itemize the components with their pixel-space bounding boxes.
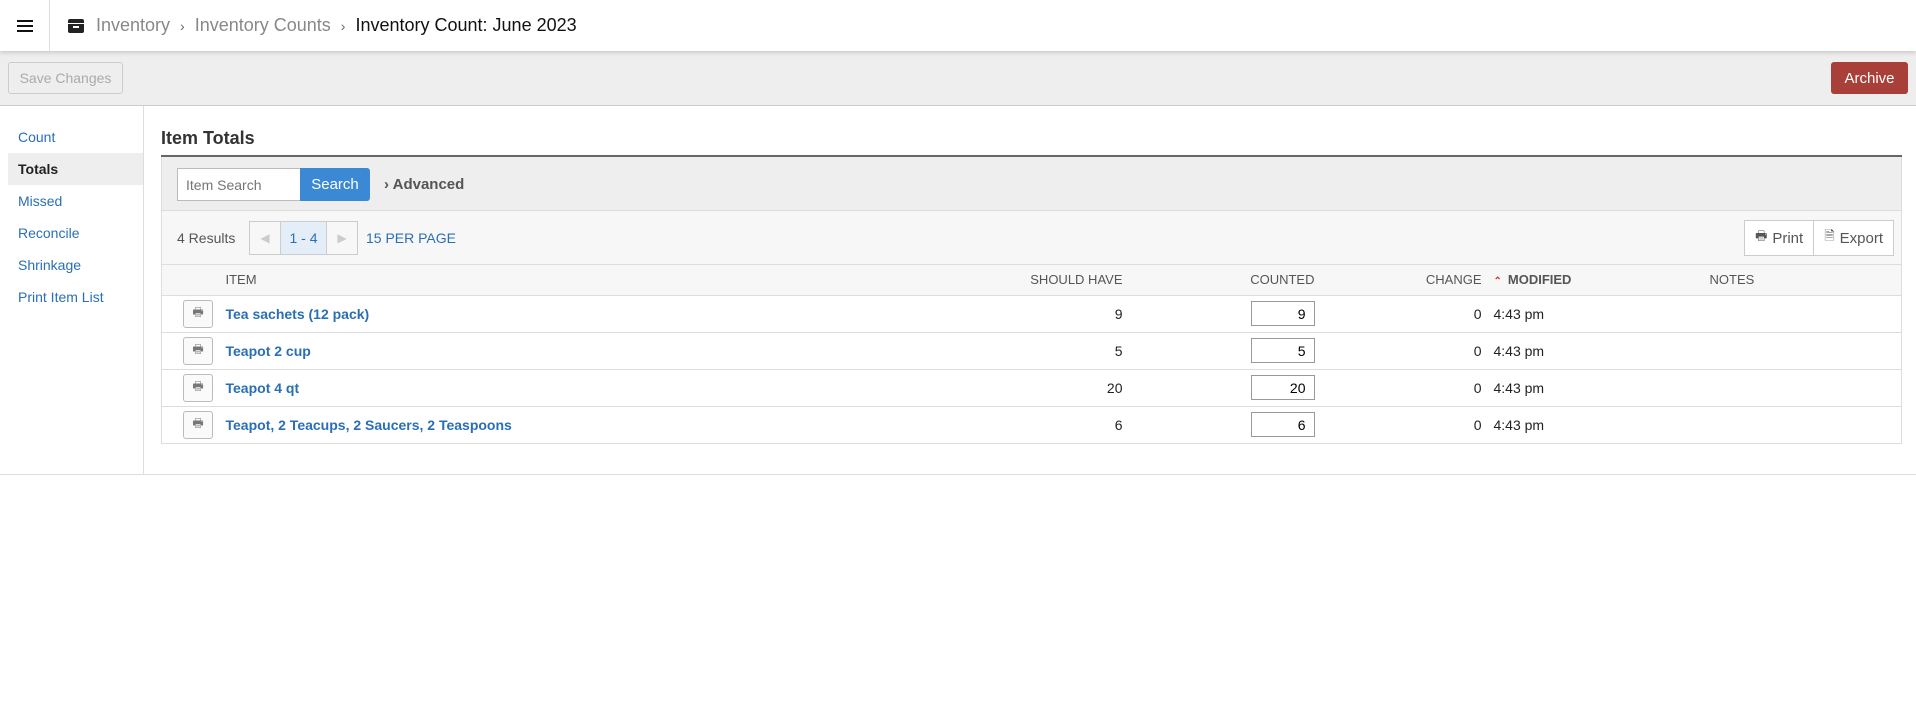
item-link[interactable]: Teapot, 2 Teacups, 2 Saucers, 2 Teaspoon…: [226, 417, 512, 433]
col-notes[interactable]: NOTES: [1709, 265, 1902, 296]
modified-value: 4:43 pm: [1481, 369, 1710, 407]
breadcrumb-current: Inventory Count: June 2023: [355, 15, 577, 35]
col-modified-label: MODIFIED: [1507, 272, 1572, 288]
table-tools: 🖶 Print 🗎 Export: [1744, 220, 1894, 256]
printer-icon: 🖶: [1755, 228, 1768, 243]
should-have-value: 9: [922, 295, 1123, 333]
modified-value: 4:43 pm: [1481, 406, 1710, 444]
chevron-right-icon: ›: [180, 17, 185, 34]
breadcrumb-inventory[interactable]: Inventory: [96, 15, 170, 36]
hamburger-icon: [16, 24, 33, 27]
col-counted[interactable]: COUNTED: [1122, 265, 1315, 296]
chevron-right-icon: ›: [384, 176, 393, 193]
modified-value: 4:43 pm: [1481, 332, 1710, 370]
col-should-have[interactable]: SHOULD HAVE: [922, 265, 1123, 296]
export-label: Export: [1839, 229, 1883, 247]
should-have-value: 20: [922, 369, 1123, 407]
counted-input[interactable]: [1250, 338, 1315, 363]
breadcrumb: Inventory › Inventory Counts › Inventory…: [68, 0, 577, 51]
divider: [0, 474, 1916, 475]
change-value: 0: [1314, 369, 1482, 407]
change-value: 0: [1314, 406, 1482, 444]
per-page-select[interactable]: 15 PER PAGE: [366, 211, 456, 265]
advanced-toggle[interactable]: › Advanced: [384, 168, 464, 201]
item-totals-table: ITEM SHOULD HAVE COUNTED CHANGE ⌃ MODIFIE…: [161, 265, 1902, 444]
table-row: 🖶 Teapot 2 cup 5 0 4:43 pm: [161, 332, 1902, 370]
next-page-button[interactable]: ▶: [327, 222, 357, 254]
counted-input[interactable]: [1250, 375, 1315, 400]
pager: ◀ 1 - 4 ▶: [249, 221, 358, 255]
page-range[interactable]: 1 - 4: [280, 222, 327, 254]
notes-value: [1709, 369, 1902, 407]
change-value: 0: [1314, 295, 1482, 333]
search-button[interactable]: Search: [300, 168, 370, 201]
caret-left-icon: ◀: [260, 231, 270, 245]
sidebar: Count Totals Missed Reconcile Shrinkage …: [0, 106, 144, 474]
col-modified[interactable]: ⌃ MODIFIED: [1481, 265, 1710, 296]
breadcrumb-inventory-counts[interactable]: Inventory Counts: [195, 15, 331, 36]
item-link[interactable]: Teapot 2 cup: [226, 343, 311, 359]
table-header: ITEM SHOULD HAVE COUNTED CHANGE ⌃ MODIFIE…: [161, 265, 1902, 296]
print-label: Print: [1772, 229, 1804, 247]
sort-ascending-icon: ⌃: [1493, 276, 1502, 288]
results-count: 4 Results: [177, 230, 236, 246]
print-button[interactable]: 🖶 Print: [1745, 221, 1813, 255]
save-changes-button[interactable]: Save Changes: [8, 62, 123, 94]
notes-value: [1709, 332, 1902, 370]
col-change[interactable]: CHANGE: [1314, 265, 1482, 296]
pagination-bar: 4 Results ◀ 1 - 4 ▶ 15 PER PAGE 🖶 Print 🗎…: [161, 211, 1902, 265]
top-bar: Inventory › Inventory Counts › Inventory…: [0, 0, 1916, 51]
should-have-value: 5: [922, 332, 1123, 370]
sidebar-item-count[interactable]: Count: [8, 121, 143, 153]
archive-button[interactable]: Archive: [1831, 62, 1908, 94]
sidebar-item-print-item-list[interactable]: Print Item List: [8, 281, 143, 313]
sidebar-item-totals[interactable]: Totals: [8, 153, 143, 185]
advanced-label: Advanced: [392, 176, 465, 193]
export-button[interactable]: 🗎 Export: [1813, 221, 1893, 255]
counted-input[interactable]: [1250, 412, 1315, 437]
table-row: 🖶 Tea sachets (12 pack) 9 0 4:43 pm: [161, 295, 1902, 333]
should-have-value: 6: [922, 406, 1123, 444]
prev-page-button[interactable]: ◀: [250, 222, 280, 254]
excel-file-icon: 🗎: [1824, 228, 1835, 243]
printer-icon: 🖶: [192, 379, 204, 393]
table-row: 🖶 Teapot 4 qt 20 0 4:43 pm: [161, 369, 1902, 407]
caret-right-icon: ▶: [337, 231, 347, 245]
printer-icon: 🖶: [192, 305, 204, 319]
print-label-button[interactable]: 🖶: [183, 336, 213, 365]
chevron-right-icon: ›: [340, 17, 346, 34]
print-label-button[interactable]: 🖶: [183, 299, 213, 328]
change-value: 0: [1314, 332, 1482, 370]
toolbar: Save Changes Archive: [0, 51, 1916, 106]
item-search-input[interactable]: [177, 168, 300, 201]
sidebar-item-reconcile[interactable]: Reconcile: [8, 217, 143, 249]
archive-box-icon: [68, 18, 84, 33]
counted-input[interactable]: [1250, 301, 1315, 326]
notes-value: [1709, 406, 1902, 444]
sidebar-item-missed[interactable]: Missed: [8, 185, 143, 217]
menu-button[interactable]: [0, 0, 50, 51]
page-title: Item Totals: [161, 128, 255, 148]
table-row: 🖶 Teapot, 2 Teacups, 2 Saucers, 2 Teaspo…: [161, 406, 1902, 444]
item-link[interactable]: Teapot 4 qt: [226, 380, 300, 396]
col-item[interactable]: ITEM: [225, 265, 923, 296]
sidebar-item-shrinkage[interactable]: Shrinkage: [8, 249, 143, 281]
print-label-button[interactable]: 🖶: [183, 410, 213, 439]
search-bar: Search › Advanced: [161, 157, 1902, 211]
print-label-button[interactable]: 🖶: [183, 373, 213, 402]
item-link[interactable]: Tea sachets (12 pack): [226, 306, 370, 322]
printer-icon: 🖶: [192, 342, 204, 356]
modified-value: 4:43 pm: [1481, 295, 1710, 333]
printer-icon: 🖶: [192, 416, 204, 430]
notes-value: [1709, 295, 1902, 333]
